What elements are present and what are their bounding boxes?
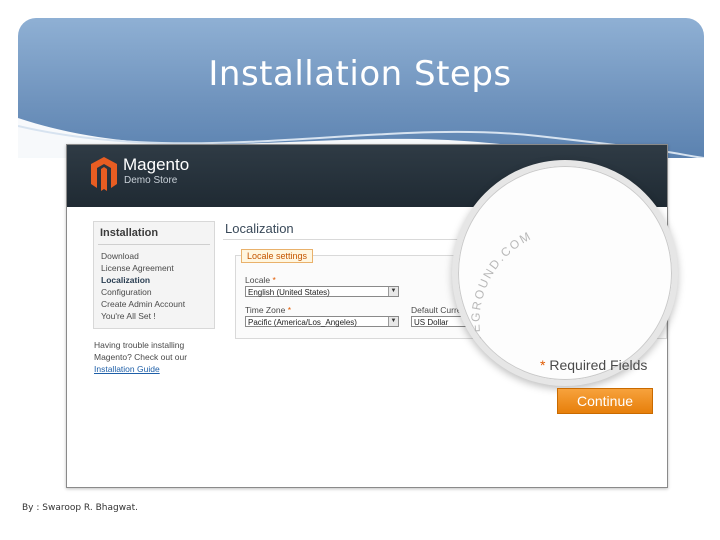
installation-guide-link[interactable]: Installation Guide: [94, 363, 224, 375]
svg-text:SITEGROUND.COM: SITEGROUND.COM: [468, 228, 534, 359]
continue-button[interactable]: Continue: [557, 388, 653, 414]
step-configuration: Configuration: [101, 287, 152, 297]
magnifier-lens: SITEGROUND.COM: [452, 160, 678, 386]
section-tab-locale-settings: Locale settings: [241, 249, 314, 263]
timezone-label: Time Zone *: [245, 305, 291, 315]
help-message: Having trouble installing Magento? Check…: [94, 340, 188, 362]
locale-label: Locale *: [245, 275, 276, 285]
watermark-text: SITEGROUND.COM: [468, 228, 532, 359]
slide-title: Installation Steps: [208, 54, 512, 94]
installation-steps-panel: Installation Download License Agreement …: [93, 221, 215, 329]
brand-name: Magento: [123, 155, 190, 174]
step-create-admin-account: Create Admin Account: [101, 299, 186, 309]
help-text: Having trouble installing Magento? Check…: [94, 339, 224, 375]
dropdown-arrow-icon: ▼: [388, 287, 398, 296]
step-localization: Localization: [101, 275, 151, 285]
sidebar-title: Installation: [100, 227, 159, 239]
step-license-agreement: License Agreement: [101, 263, 174, 273]
step-all-set: You're All Set !: [101, 311, 156, 321]
byline: By : Swaroop R. Bhagwat.: [22, 503, 138, 513]
locale-select[interactable]: English (United States) ▼: [245, 286, 399, 297]
divider: [98, 244, 210, 245]
magento-logo-icon: [91, 157, 117, 191]
step-download: Download: [101, 251, 139, 261]
store-name: Demo Store: [124, 175, 178, 186]
step-list: Download License Agreement Localization …: [101, 250, 185, 322]
timezone-select[interactable]: Pacific (America/Los_Angeles) ▼: [245, 316, 399, 327]
watermark-arc: SITEGROUND.COM: [468, 228, 534, 359]
page-title: Localization: [225, 221, 294, 236]
required-fields-note: * Required Fields: [540, 357, 648, 373]
dropdown-arrow-icon: ▼: [388, 317, 398, 326]
